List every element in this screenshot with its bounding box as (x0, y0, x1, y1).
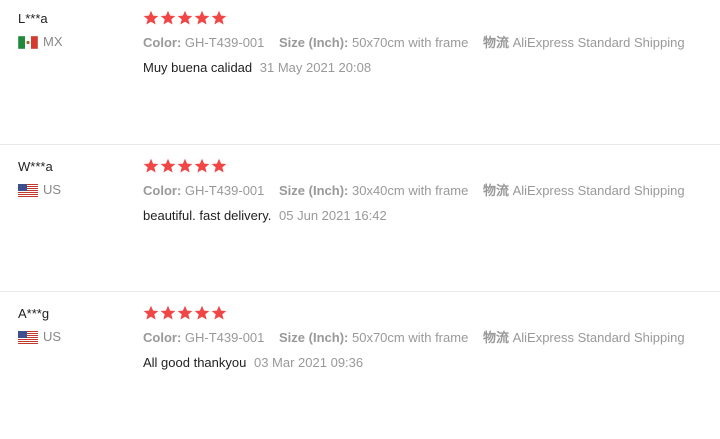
size-property: Size (Inch): 50x70cm with frame (279, 35, 468, 50)
star-rating (143, 158, 713, 174)
shipping-property: 物流 AliExpress Standard Shipping (483, 330, 685, 345)
review-text: beautiful. fast delivery. (143, 208, 272, 223)
review-text: Muy buena calidad (143, 60, 253, 75)
review-content: Muy buena calidad 31 May 2021 20:08 (143, 60, 713, 75)
size-label: Size (Inch): (279, 183, 349, 198)
size-label: Size (Inch): (279, 330, 349, 345)
color-value: GH-T439-001 (184, 35, 265, 50)
reviewer-info: L***a MX (17, 11, 128, 49)
star-icon (194, 10, 210, 26)
review-content: All good thankyou 03 Mar 2021 09:36 (143, 355, 713, 370)
review-date: 31 May 2021 20:08 (259, 60, 372, 75)
review-item: L***a MX Color: GH-T439-001 Size (Inch):… (0, 0, 720, 147)
reviewer-info: A***g US (18, 307, 128, 344)
review-date: 03 Mar 2021 09:36 (253, 355, 364, 370)
star-icon (160, 158, 176, 174)
size-value: 50x70cm with frame (351, 35, 469, 50)
reviewer-info: W***a US (18, 160, 128, 197)
country-code: MX (43, 34, 63, 49)
order-properties: Color: GH-T439-001 Size (Inch): 50x70cm … (143, 35, 713, 50)
review-content: beautiful. fast delivery. 05 Jun 2021 16… (143, 208, 713, 223)
size-property: Size (Inch): 30x40cm with frame (279, 183, 468, 198)
reviewer-country: US (18, 183, 128, 197)
review-body: Color: GH-T439-001 Size (Inch): 50x70cm … (143, 305, 713, 370)
color-value: GH-T439-001 (184, 183, 265, 198)
color-label: Color: (143, 35, 182, 50)
review-body: Color: GH-T439-001 Size (Inch): 50x70cm … (143, 10, 713, 75)
shipping-label: 物流 (482, 35, 509, 50)
star-icon (194, 305, 210, 321)
star-icon (211, 10, 227, 26)
size-property: Size (Inch): 50x70cm with frame (279, 330, 468, 345)
color-label: Color: (143, 183, 182, 198)
color-property: Color: GH-T439-001 (143, 330, 264, 345)
order-properties: Color: GH-T439-001 Size (Inch): 30x40cm … (143, 183, 713, 198)
star-icon (194, 158, 210, 174)
reviewer-name: W***a (18, 159, 53, 174)
shipping-property: 物流 AliExpress Standard Shipping (483, 35, 685, 50)
mexico-flag-icon (17, 35, 39, 49)
star-icon (143, 158, 159, 174)
review-text: All good thankyou (143, 355, 247, 370)
star-rating (143, 10, 713, 26)
country-code: US (43, 329, 62, 344)
star-icon (211, 305, 227, 321)
us-flag-icon (18, 330, 38, 344)
shipping-label: 物流 (482, 183, 509, 198)
reviewer-country: MX (17, 34, 128, 49)
star-icon (177, 158, 193, 174)
star-rating (143, 305, 713, 321)
size-value: 30x40cm with frame (351, 183, 469, 198)
color-value: GH-T439-001 (184, 330, 265, 345)
review-body: Color: GH-T439-001 Size (Inch): 30x40cm … (143, 158, 713, 223)
size-value: 50x70cm with frame (351, 330, 469, 345)
review-item: A***g US Color: GH-T439-001 Size (Inch):… (0, 291, 720, 439)
reviewer-name: L***a (18, 11, 48, 26)
shipping-label: 物流 (482, 330, 509, 345)
shipping-value: AliExpress Standard Shipping (512, 35, 685, 50)
star-icon (160, 305, 176, 321)
color-property: Color: GH-T439-001 (143, 35, 264, 50)
reviewer-name: A***g (18, 306, 50, 321)
star-icon (177, 10, 193, 26)
star-icon (177, 305, 193, 321)
color-label: Color: (143, 330, 182, 345)
size-label: Size (Inch): (279, 35, 349, 50)
star-icon (143, 305, 159, 321)
us-flag-icon (18, 183, 38, 197)
star-icon (143, 10, 159, 26)
star-icon (160, 10, 176, 26)
review-item: W***a US Color: GH-T439-001 Size (Inch):… (0, 144, 720, 292)
shipping-property: 物流 AliExpress Standard Shipping (483, 183, 685, 198)
shipping-value: AliExpress Standard Shipping (512, 183, 685, 198)
order-properties: Color: GH-T439-001 Size (Inch): 50x70cm … (143, 330, 713, 345)
shipping-value: AliExpress Standard Shipping (512, 330, 685, 345)
color-property: Color: GH-T439-001 (143, 183, 264, 198)
country-code: US (43, 182, 62, 197)
review-date: 05 Jun 2021 16:42 (279, 208, 387, 223)
reviewer-country: US (18, 330, 128, 344)
star-icon (211, 158, 227, 174)
